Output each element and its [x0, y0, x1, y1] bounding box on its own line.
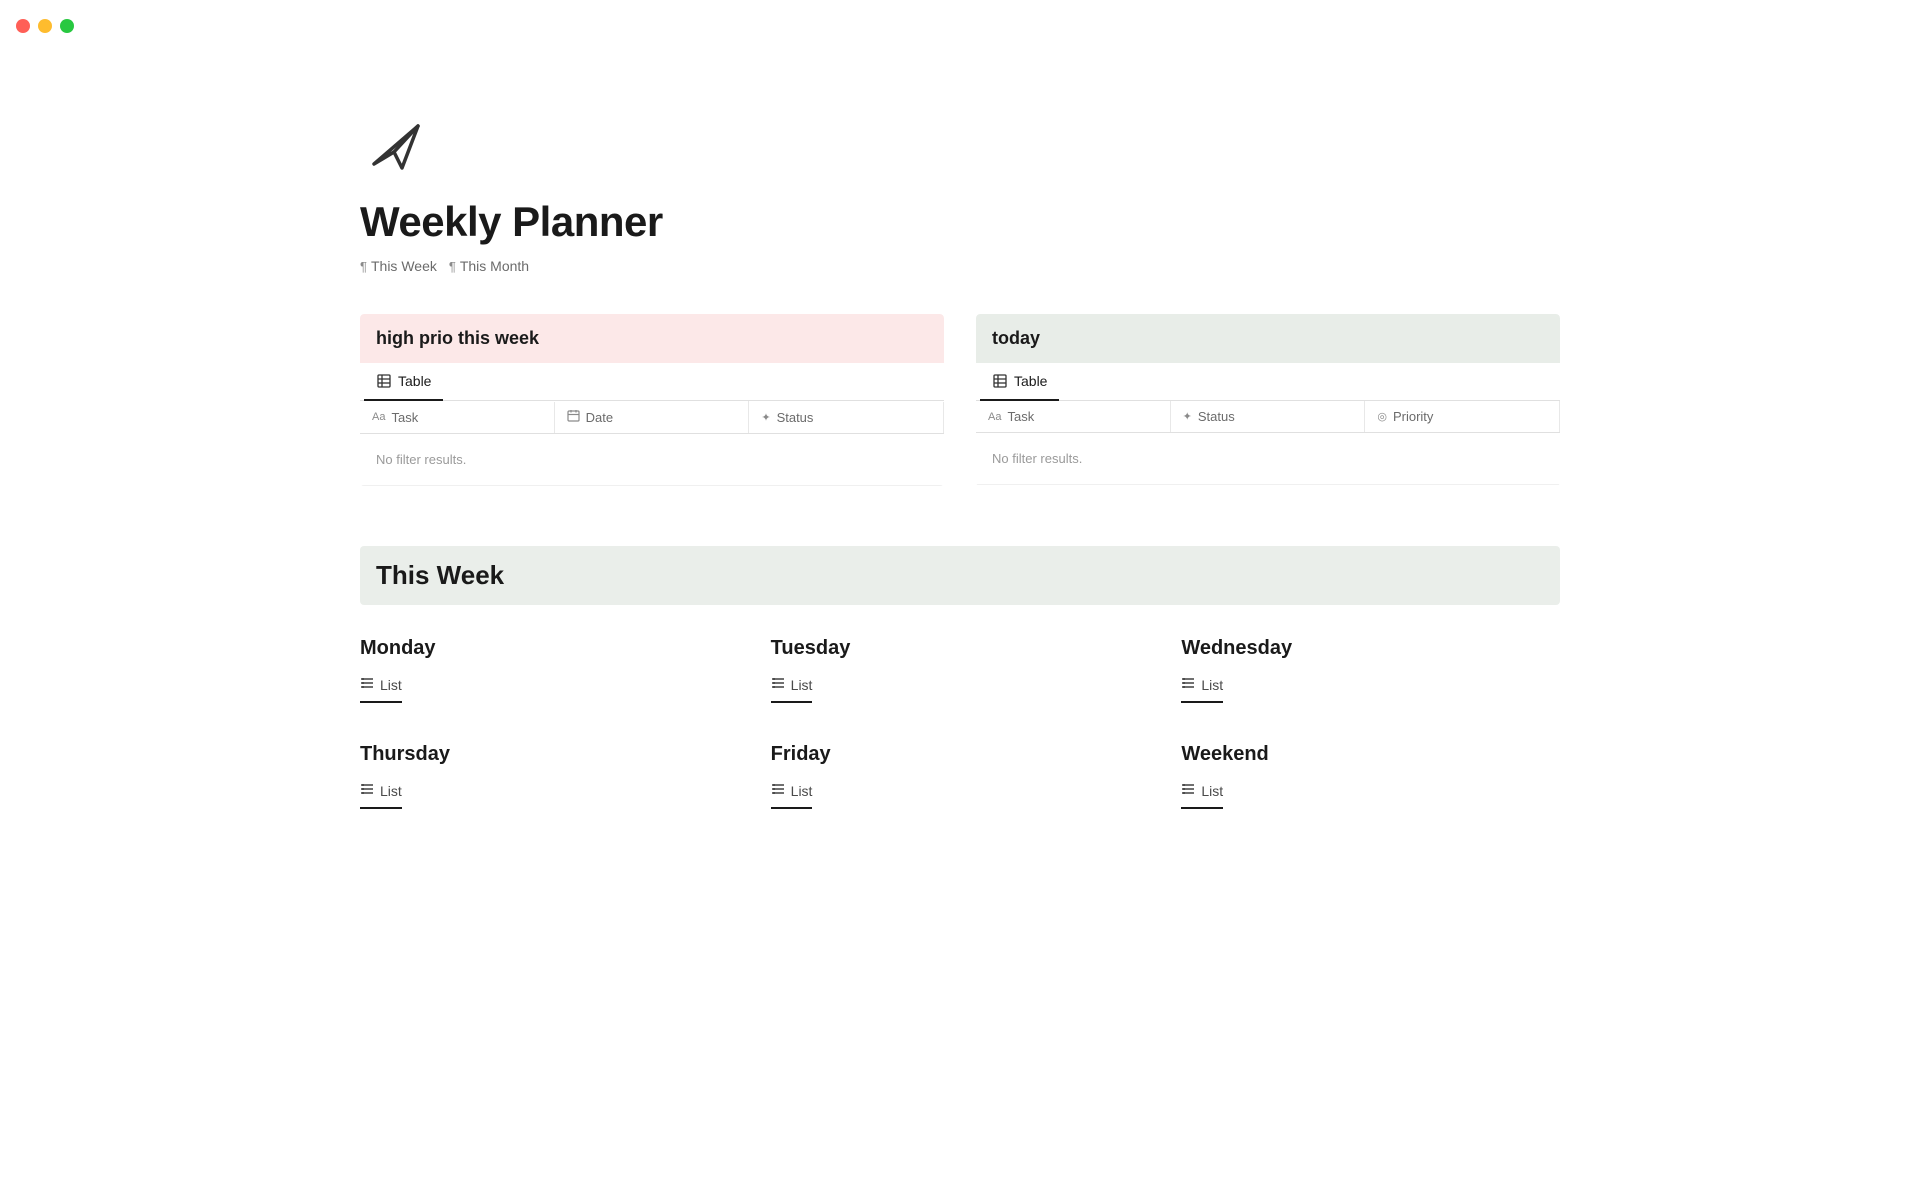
high-prio-columns: Aa Task Date ✦ S — [360, 401, 944, 434]
minimize-button[interactable] — [38, 19, 52, 33]
aa-icon-1: Aa — [372, 411, 385, 423]
day-block-tuesday: Tuesday List — [771, 637, 1150, 703]
page-icon — [360, 112, 430, 182]
col-task-high-prio: Aa Task — [360, 402, 555, 433]
day-block-weekend: Weekend List — [1181, 743, 1560, 809]
list-icon-weekend — [1181, 782, 1195, 799]
col-status-today: ✦ Status — [1171, 401, 1366, 432]
today-columns: Aa Task ✦ Status ◎ Priority — [976, 401, 1560, 433]
today-section: today Table Aa — [976, 314, 1560, 486]
priority-icon: ◎ — [1377, 410, 1387, 423]
page-links: ¶ This Week ¶ This Month — [360, 258, 1560, 274]
day-title-tuesday: Tuesday — [771, 637, 1150, 660]
status-icon-2: ✦ — [1183, 410, 1192, 423]
high-prio-header: high prio this week — [360, 314, 944, 363]
day-title-friday: Friday — [771, 743, 1150, 766]
link-this-month[interactable]: This Month — [460, 258, 529, 274]
main-content: Weekly Planner ¶ This Week ¶ This Month … — [260, 52, 1660, 949]
tab-list-wednesday[interactable]: List — [1181, 668, 1223, 703]
day-block-monday: Monday List — [360, 637, 739, 703]
list-icon-wednesday — [1181, 676, 1195, 693]
close-button[interactable] — [16, 19, 30, 33]
page-title: Weekly Planner — [360, 198, 1560, 246]
high-prio-section: high prio this week Table — [360, 314, 944, 486]
high-prio-tabs: Table — [360, 363, 944, 401]
day-title-thursday: Thursday — [360, 743, 739, 766]
day-title-monday: Monday — [360, 637, 739, 660]
tab-list-weekend[interactable]: List — [1181, 774, 1223, 809]
tab-list-monday[interactable]: List — [360, 668, 402, 703]
this-week-section: This Week Monday — [360, 546, 1560, 809]
col-date-high-prio: Date — [555, 401, 750, 433]
day-title-wednesday: Wednesday — [1181, 637, 1560, 660]
status-icon-1: ✦ — [761, 411, 770, 424]
day-block-thursday: Thursday List — [360, 743, 739, 809]
tab-list-tuesday[interactable]: List — [771, 668, 813, 703]
titlebar — [0, 0, 1920, 52]
list-icon-monday — [360, 676, 374, 693]
para-icon-1: ¶ — [360, 259, 367, 274]
day-title-weekend: Weekend — [1181, 743, 1560, 766]
list-icon-thursday — [360, 782, 374, 799]
day-block-wednesday: Wednesday List — [1181, 637, 1560, 703]
col-priority-today: ◎ Priority — [1365, 401, 1560, 432]
no-results-high-prio: No filter results. — [360, 434, 944, 486]
col-task-today: Aa Task — [976, 401, 1171, 432]
link-this-week[interactable]: This Week — [371, 258, 437, 274]
tab-table-high-prio[interactable]: Table — [364, 363, 443, 401]
date-icon-1 — [567, 409, 580, 425]
today-tabs: Table — [976, 363, 1560, 401]
aa-icon-2: Aa — [988, 411, 1001, 423]
no-results-today: No filter results. — [976, 433, 1560, 485]
days-grid-row1: Monday List — [360, 637, 1560, 703]
list-icon-friday — [771, 782, 785, 799]
days-grid-row2: Thursday List — [360, 743, 1560, 809]
today-header: today — [976, 314, 1560, 363]
maximize-button[interactable] — [60, 19, 74, 33]
tab-list-thursday[interactable]: List — [360, 774, 402, 809]
day-block-friday: Friday List — [771, 743, 1150, 809]
para-icon-2: ¶ — [449, 259, 456, 274]
tab-table-today[interactable]: Table — [980, 363, 1059, 401]
table-icon-high-prio — [376, 373, 392, 389]
list-icon-tuesday — [771, 676, 785, 693]
tab-list-friday[interactable]: List — [771, 774, 813, 809]
this-week-header: This Week — [360, 546, 1560, 605]
table-icon-today — [992, 373, 1008, 389]
top-grid: high prio this week Table — [360, 314, 1560, 486]
col-status-high-prio: ✦ Status — [749, 402, 944, 433]
